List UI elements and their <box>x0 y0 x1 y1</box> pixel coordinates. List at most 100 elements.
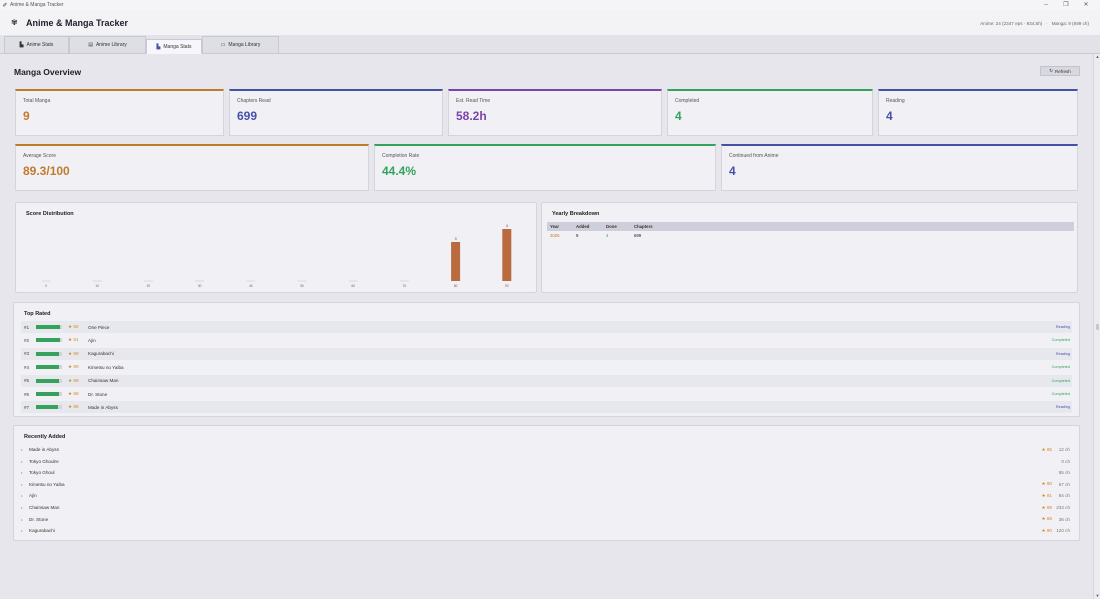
score-label: ★ 85 <box>68 404 79 410</box>
top-rated-row[interactable]: #5 ★ 89 Chainsaw Man Completed <box>21 374 1072 387</box>
title-label: Chainsaw Man <box>88 378 119 384</box>
chapter-count: 67 ch <box>1058 481 1070 487</box>
table-row[interactable]: 2026 9 4 699 <box>547 231 1074 240</box>
stat-label: Est. Read Time <box>456 98 491 104</box>
yearly-table: Year Added Done Chapters 2026 9 4 699 <box>547 222 1074 240</box>
scroll-up-icon[interactable]: ▲ <box>1094 54 1100 60</box>
header-year: Year <box>550 224 560 229</box>
stat-value: 44.4% <box>382 164 417 178</box>
rank-label: #7 <box>24 404 30 410</box>
bar-value-label: 3 <box>455 237 457 241</box>
rank-label: #3 <box>24 351 30 357</box>
yearly-table-header: Year Added Done Chapters <box>547 222 1074 231</box>
score-bar-90 <box>502 229 512 281</box>
stat-label: Reading <box>886 98 905 104</box>
score-label: ★ 90 <box>1041 481 1052 487</box>
header-done: Done <box>606 224 617 229</box>
title-label: Made in Abyss <box>29 447 59 452</box>
score-bar-fill <box>36 365 60 370</box>
recent-row[interactable]: • Kimetsu no Yaiba ★ 90 67 ch <box>18 479 1072 490</box>
top-rated-row[interactable]: #4 ★ 90 Kimetsu no Yaiba Completed <box>21 361 1072 373</box>
score-bar <box>36 405 62 410</box>
tab-bar: ▙ Anime Stats ▤ Anime Library ▙ Manga St… <box>0 36 1100 54</box>
top-rated-row[interactable]: #7 ★ 85 Made in Abyss Reading <box>21 401 1072 414</box>
recent-row[interactable]: • Kagurabachi ★ 90 120 ch <box>18 525 1072 536</box>
recent-row[interactable]: • Made in Abyss ★ 85 12 ch <box>18 444 1072 455</box>
recent-row[interactable]: • Dr. Stone ★ 88 36 ch <box>18 514 1072 525</box>
tab-anime-library[interactable]: ▤ Anime Library <box>69 36 146 53</box>
title-label: Kimetsu no Yaiba <box>88 364 124 370</box>
tab-anime-stats[interactable]: ▙ Anime Stats <box>4 36 69 53</box>
logo-icon: ✾ <box>11 18 18 27</box>
title-label: Made in Abyss <box>88 404 118 410</box>
bullet-icon: • <box>21 516 23 522</box>
title-label: Tokyo Ghoulre <box>29 458 59 464</box>
tab-label: Anime Stats <box>26 42 54 48</box>
maximize-icon[interactable]: ❐ <box>1056 0 1076 10</box>
recent-row[interactable]: • Ajin ★ 91 84 ch <box>18 490 1072 501</box>
score-label: ★ 91 <box>1041 492 1052 498</box>
rank-label: #5 <box>24 378 30 384</box>
status-badge: Reading <box>1055 405 1070 410</box>
minimize-icon[interactable]: – <box>1036 0 1056 10</box>
top-rated-row[interactable]: #3 ★ 90 Kagurabachi Reading <box>21 347 1072 360</box>
bar-value-label: 4 <box>506 224 508 228</box>
window-title: Anime & Manga Tracker <box>10 2 64 8</box>
stat-value: 4 <box>675 109 682 123</box>
chart-icon: ▙ <box>156 43 161 50</box>
yearly-breakdown-panel: Yearly Breakdown Year Added Done Chapter… <box>541 202 1078 293</box>
scroll-down-icon[interactable]: ▼ <box>1094 593 1100 599</box>
top-rated-row[interactable]: #1 ★ 92 One Piece Reading <box>21 321 1072 333</box>
top-rated-title: Top Rated <box>24 311 51 317</box>
score-bar-fill <box>36 392 59 396</box>
tab-manga-library[interactable]: ▭ Manga Library <box>202 36 279 53</box>
stat-card-average-score: Average Score 89.3/100 <box>15 144 369 191</box>
stat-value: 58.2h <box>456 109 487 123</box>
top-rated-row[interactable]: #6 ★ 88 Dr. Stone Completed <box>21 388 1072 400</box>
status-badge: Completed <box>1051 365 1070 370</box>
status-badge: Reading <box>1055 325 1070 329</box>
scrollbar-thumb[interactable] <box>1096 324 1099 330</box>
score-label: ★ 88 <box>68 391 79 396</box>
top-rated-row[interactable]: #2 ★ 91 Ajin Completed <box>21 334 1072 346</box>
score-label: ★ 89 <box>68 377 79 383</box>
x-tick-label: 80 <box>454 284 458 288</box>
recent-row[interactable]: • Chainsaw Man ★ 89 232 ch <box>18 502 1072 513</box>
status-badge: Reading <box>1055 351 1070 356</box>
x-tick-label: 50 <box>300 284 304 288</box>
recent-row[interactable]: • Tokyo Ghoul 55 ch <box>18 467 1072 478</box>
chapter-count: 36 ch <box>1058 516 1070 522</box>
title-label: One Piece <box>88 324 110 330</box>
vertical-scrollbar[interactable]: ▲ ▼ <box>1093 54 1100 599</box>
status-badge: Completed <box>1051 392 1070 396</box>
stat-label: Continued from Anime <box>729 153 779 159</box>
bullet-icon: • <box>21 528 23 534</box>
chapter-count: 12 ch <box>1058 447 1070 452</box>
x-tick-label: 90 <box>505 284 509 288</box>
title-label: Ajin <box>88 337 96 343</box>
score-label: ★ 85 <box>1041 446 1052 452</box>
refresh-button[interactable]: ↻ Refresh <box>1040 66 1080 76</box>
title-label: Tokyo Ghoul <box>29 470 55 476</box>
score-bar-80 <box>451 242 461 281</box>
score-bar-fill <box>36 378 60 383</box>
app-header: ✾ Anime & Manga Tracker Anime: 24 (2347 … <box>0 10 1100 36</box>
chapters-cell: 699 <box>634 233 642 238</box>
refresh-label: Refresh <box>1055 68 1071 74</box>
score-label: ★ 88 <box>1041 516 1052 522</box>
window-controls: – ❐ ✕ <box>1036 0 1096 10</box>
chapter-count: 120 ch <box>1056 528 1070 534</box>
tab-manga-stats[interactable]: ▙ Manga Stats <box>146 39 202 54</box>
stat-card-read-time: Est. Read Time 58.2h <box>448 89 662 136</box>
score-distribution-chart: 0 10 20 30 40 50 60 70 3 80 4 90 <box>41 224 512 288</box>
score-bar-fill <box>36 338 60 343</box>
stat-value: 89.3/100 <box>23 164 70 178</box>
refresh-icon: ↻ <box>1049 68 1053 73</box>
x-tick-label: 30 <box>198 284 202 288</box>
recent-row[interactable]: • Tokyo Ghoulre 0 ch <box>18 456 1072 467</box>
score-bar <box>36 365 62 370</box>
app-title: Anime & Manga Tracker <box>26 17 129 28</box>
close-icon[interactable]: ✕ <box>1076 0 1096 10</box>
title-label: Kimetsu no Yaiba <box>29 481 65 487</box>
x-tick-label: 40 <box>249 284 253 288</box>
